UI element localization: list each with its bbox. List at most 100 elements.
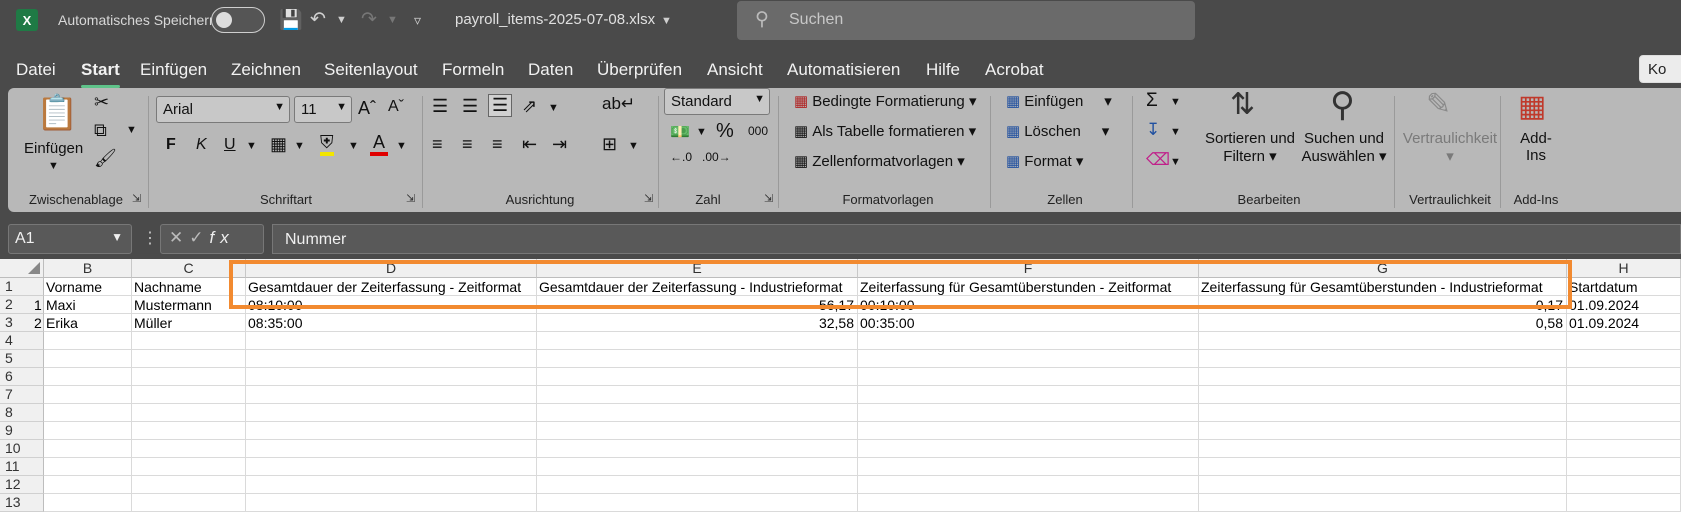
sort-filter-icon[interactable]: ⇅ xyxy=(1230,90,1255,120)
table-cell[interactable] xyxy=(537,476,858,494)
italic-button[interactable]: K xyxy=(196,136,207,154)
format-cells-button[interactable]: ▦ Format ▾ xyxy=(1006,152,1083,170)
table-cell[interactable] xyxy=(44,404,132,422)
tab-start[interactable]: Start xyxy=(81,60,120,88)
table-cell[interactable] xyxy=(44,440,132,458)
number-format-combo[interactable]: Standard ▼ xyxy=(664,88,770,115)
table-cell[interactable] xyxy=(537,368,858,386)
column-header-g[interactable]: G xyxy=(1199,259,1567,278)
tab-acrobat[interactable]: Acrobat xyxy=(985,60,1044,80)
row-header[interactable]: 6 xyxy=(0,368,44,386)
column-header-h[interactable]: H xyxy=(1567,259,1681,278)
table-cell[interactable] xyxy=(1567,422,1681,440)
align-right-icon[interactable]: ≡ xyxy=(492,134,503,155)
insert-cells-button[interactable]: ▦ Einfügen ▾ xyxy=(1006,92,1112,110)
row-header[interactable]: 10 xyxy=(0,440,44,458)
redo-icon[interactable]: ↷ xyxy=(361,8,377,31)
table-cell[interactable] xyxy=(858,368,1199,386)
table-cell[interactable] xyxy=(132,350,246,368)
redo-dropdown-icon[interactable]: ▼ xyxy=(387,14,398,26)
table-cell[interactable] xyxy=(858,494,1199,512)
copy-dropdown-icon[interactable]: ▼ xyxy=(126,124,137,136)
sensitivity-button[interactable]: Vertraulichkeit ▾ xyxy=(1402,130,1498,165)
table-cell[interactable]: 08:35:00 xyxy=(246,314,537,332)
header-cell[interactable]: Gesamtdauer der Zeiterfassung - Zeitform… xyxy=(246,278,537,296)
table-cell[interactable] xyxy=(1567,476,1681,494)
table-cell[interactable] xyxy=(537,386,858,404)
borders-icon[interactable]: ▦ xyxy=(270,134,287,155)
table-cell[interactable] xyxy=(246,494,537,512)
table-cell[interactable] xyxy=(537,422,858,440)
table-cell[interactable]: Maxi xyxy=(44,296,132,314)
table-cell[interactable] xyxy=(44,350,132,368)
font-color-dropdown-icon[interactable]: ▼ xyxy=(396,140,407,152)
table-cell[interactable] xyxy=(537,332,858,350)
font-name-combo[interactable]: Arial ▼ xyxy=(156,96,290,123)
table-cell[interactable] xyxy=(246,386,537,404)
table-cell[interactable] xyxy=(858,458,1199,476)
number-launcher-icon[interactable]: ⇲ xyxy=(764,192,773,205)
row-header[interactable]: 1 xyxy=(0,278,44,296)
table-cell[interactable] xyxy=(132,368,246,386)
autosave-toggle[interactable] xyxy=(211,7,265,33)
row-header[interactable]: 8 xyxy=(0,404,44,422)
table-cell[interactable] xyxy=(537,404,858,422)
table-cell[interactable] xyxy=(44,494,132,512)
table-cell[interactable] xyxy=(132,386,246,404)
tab-seitenlayout[interactable]: Seitenlayout xyxy=(324,60,418,80)
decrease-decimal-icon[interactable]: .00→ xyxy=(702,150,731,164)
filename-chevron-icon[interactable]: ▼ xyxy=(661,15,672,27)
table-cell[interactable] xyxy=(44,368,132,386)
table-cell[interactable] xyxy=(246,440,537,458)
format-painter-icon[interactable]: 🖌 xyxy=(94,148,117,169)
column-header-c[interactable]: C xyxy=(132,259,246,278)
tab-daten[interactable]: Daten xyxy=(528,60,573,80)
paste-icon[interactable]: 📋 xyxy=(36,96,78,130)
copy-icon[interactable]: ⧉ xyxy=(94,120,107,141)
header-cell[interactable]: Zeiterfassung für Gesamtüberstunden - Ze… xyxy=(858,278,1199,296)
wrap-text-icon[interactable]: ab↵ xyxy=(602,94,635,114)
table-cell[interactable] xyxy=(1567,350,1681,368)
font-color-button[interactable]: A xyxy=(370,132,389,156)
bold-button[interactable]: F xyxy=(166,136,176,154)
table-cell[interactable] xyxy=(132,404,246,422)
tab-datei[interactable]: Datei xyxy=(16,60,56,80)
sensitivity-icon[interactable]: ✎ xyxy=(1426,90,1451,120)
increase-font-icon[interactable]: Aˆ xyxy=(358,98,376,119)
autosum-icon[interactable]: Σ xyxy=(1146,90,1158,112)
tab-ueberpruefen[interactable]: Überprüfen xyxy=(597,60,682,80)
table-cell[interactable]: Erika xyxy=(44,314,132,332)
table-cell[interactable]: 01.09.2024 xyxy=(1567,314,1681,332)
table-cell[interactable]: 00:35:00 xyxy=(858,314,1199,332)
column-header-d[interactable]: D xyxy=(246,259,537,278)
table-cell[interactable] xyxy=(1567,440,1681,458)
table-cell[interactable] xyxy=(1199,350,1567,368)
undo-icon[interactable]: ↶ xyxy=(310,8,326,31)
table-cell[interactable] xyxy=(44,386,132,404)
table-cell[interactable] xyxy=(537,458,858,476)
table-cell[interactable] xyxy=(1199,476,1567,494)
header-cell[interactable]: Nachname xyxy=(132,278,246,296)
conditional-formatting-button[interactable]: ▦ Bedingte Formatierung ▾ xyxy=(794,92,976,110)
font-launcher-icon[interactable]: ⇲ xyxy=(406,192,415,205)
thousands-button[interactable]: 000 xyxy=(748,124,768,138)
table-cell[interactable] xyxy=(132,458,246,476)
align-middle-icon[interactable]: ☰ xyxy=(462,96,478,117)
orientation-icon[interactable]: ⇗ xyxy=(522,96,537,117)
row-header[interactable]: 9 xyxy=(0,422,44,440)
header-cell[interactable]: Vorname xyxy=(44,278,132,296)
table-cell[interactable] xyxy=(537,494,858,512)
table-cell[interactable]: Müller xyxy=(132,314,246,332)
table-cell[interactable] xyxy=(1567,458,1681,476)
header-cell[interactable]: Zeiterfassung für Gesamtüberstunden - In… xyxy=(1199,278,1567,296)
add-ins-icon[interactable]: ▦ xyxy=(1518,92,1546,122)
insert-function-icon[interactable]: fx xyxy=(210,228,235,247)
table-cell[interactable] xyxy=(858,332,1199,350)
header-cell[interactable]: Gesamtdauer der Zeiterfassung - Industri… xyxy=(537,278,858,296)
search-box[interactable]: ⚲ Suchen xyxy=(737,1,1195,40)
file-name[interactable]: payroll_items-2025-07-08.xlsx xyxy=(455,11,655,28)
table-cell[interactable] xyxy=(246,458,537,476)
table-cell[interactable] xyxy=(858,440,1199,458)
row-header[interactable]: 11 xyxy=(0,458,44,476)
row-header[interactable]: 12 xyxy=(0,476,44,494)
